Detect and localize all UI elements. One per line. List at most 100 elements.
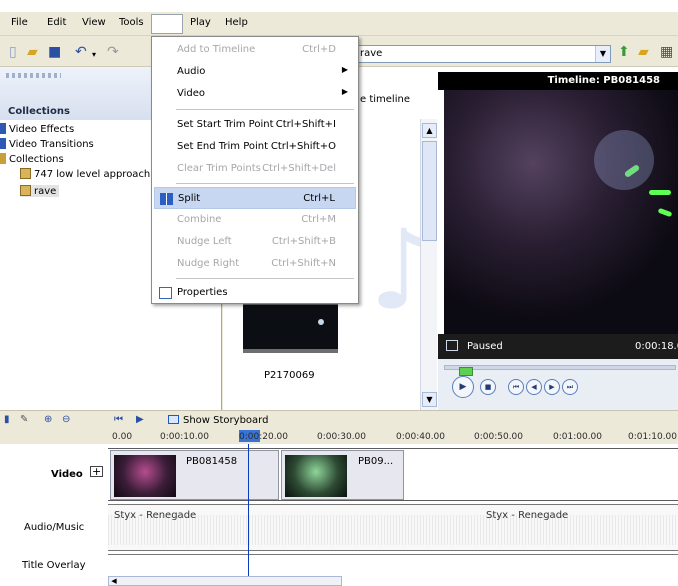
tree-item-rave[interactable]: rave bbox=[20, 185, 60, 197]
glowstick bbox=[649, 190, 671, 195]
collection-folder-icon bbox=[20, 185, 31, 196]
menu-edit[interactable]: Edit bbox=[47, 17, 66, 28]
clip-label: PB09... bbox=[358, 456, 394, 467]
previous-frame-icon[interactable]: ⏮ bbox=[508, 379, 524, 395]
contents-scrollbar[interactable]: ▲ ▼ bbox=[420, 119, 437, 410]
pane-grip[interactable] bbox=[6, 73, 61, 78]
timeline-toggle-icon[interactable]: ▮ bbox=[4, 414, 10, 425]
timeline-horizontal-scrollbar[interactable]: ◀ bbox=[108, 576, 342, 586]
ruler-tick: 0:00:40.00 bbox=[396, 432, 446, 442]
menu-clip-open[interactable] bbox=[151, 14, 183, 34]
audio-track[interactable]: Styx - Renegade Styx - Renegade bbox=[108, 504, 678, 551]
stop-icon[interactable]: ■ bbox=[480, 379, 496, 395]
timeline-clip[interactable]: PB081458 bbox=[110, 450, 279, 500]
collection-folder-icon bbox=[20, 168, 31, 179]
ruler-tick: 0:01:00.00 bbox=[553, 432, 603, 442]
tree-item-video-transitions[interactable]: Video Transitions bbox=[0, 138, 94, 150]
open-icon[interactable]: ▰ bbox=[27, 45, 38, 59]
audio-clip-label[interactable]: Styx - Renegade bbox=[486, 510, 568, 521]
show-storyboard-button[interactable]: Show Storyboard bbox=[168, 415, 268, 426]
clip-thumbnail bbox=[114, 455, 176, 497]
track-labels: Video + Audio/Music Title Overlay bbox=[0, 444, 108, 586]
scroll-up-icon[interactable]: ▲ bbox=[422, 123, 437, 138]
collections-folder-icon bbox=[0, 153, 6, 164]
undo-icon[interactable]: ↶ bbox=[75, 45, 87, 59]
audio-clip-label[interactable]: Styx - Renegade bbox=[114, 510, 196, 521]
rewind-timeline-icon[interactable]: ⏮ bbox=[114, 414, 123, 425]
play-icon[interactable]: ▶ bbox=[452, 376, 474, 398]
clip-thumbnail[interactable] bbox=[243, 301, 338, 353]
menu-item-video[interactable]: Video ▶ bbox=[154, 83, 356, 105]
redo-icon[interactable]: ↷ bbox=[107, 45, 119, 59]
menu-bar: File Edit View Tools Play Help bbox=[0, 12, 678, 36]
play-timeline-icon[interactable]: ▶ bbox=[136, 414, 144, 425]
menu-separator bbox=[176, 278, 354, 279]
view-options-icon[interactable]: ▦ bbox=[660, 45, 673, 59]
ruler-tick: 0:00:20.00 bbox=[239, 432, 289, 442]
menu-item-clear-trim[interactable]: Clear Trim Points Ctrl+Shift+Del bbox=[154, 158, 356, 180]
ruler-tick: 0:01:10.00 bbox=[628, 432, 678, 442]
next-frame-icon[interactable]: ⏭ bbox=[562, 379, 578, 395]
timeline-ruler[interactable]: 0.00 0:00:10.00 0:00:20.00 0:00:30.00 0:… bbox=[108, 430, 678, 444]
menu-item-add-to-timeline[interactable]: Add to Timeline Ctrl+D bbox=[154, 39, 356, 61]
fullscreen-icon[interactable] bbox=[446, 340, 458, 351]
tree-item-collections[interactable]: Collections bbox=[0, 153, 64, 165]
menu-item-set-start-trim[interactable]: Set Start Trim Point Ctrl+Shift+I bbox=[154, 114, 356, 136]
forward-icon[interactable]: ▶ bbox=[544, 379, 560, 395]
storyboard-icon bbox=[168, 415, 179, 424]
drag-hint-text: e timeline bbox=[360, 94, 410, 105]
thumbnail-highlight bbox=[318, 319, 324, 325]
video-track[interactable]: PB081458 PB09... bbox=[108, 448, 678, 501]
window-top-strip bbox=[0, 0, 678, 12]
up-folder-icon[interactable]: ⬆ bbox=[618, 45, 630, 59]
seek-thumb[interactable] bbox=[459, 367, 473, 376]
menu-help[interactable]: Help bbox=[225, 17, 248, 28]
menu-play[interactable]: Play bbox=[190, 17, 211, 28]
monitor-pane: Timeline: PB081458 Paused 0:00:18.0 ▶ ■ … bbox=[438, 67, 678, 410]
set-audio-levels-icon[interactable]: ✎ bbox=[20, 414, 28, 425]
menu-separator bbox=[176, 183, 354, 184]
menu-separator bbox=[176, 109, 354, 110]
chevron-down-icon[interactable]: ▼ bbox=[595, 46, 610, 62]
ruler-tick: 0.00 bbox=[112, 432, 133, 442]
menu-item-audio[interactable]: Audio ▶ bbox=[154, 61, 356, 83]
menu-item-nudge-right[interactable]: Nudge Right Ctrl+Shift+N bbox=[154, 253, 356, 275]
menu-item-nudge-left[interactable]: Nudge Left Ctrl+Shift+B bbox=[154, 231, 356, 253]
ruler-tick: 0:00:30.00 bbox=[317, 432, 367, 442]
menu-item-split[interactable]: Split Ctrl+L bbox=[154, 187, 356, 209]
expand-track-icon[interactable]: + bbox=[90, 466, 104, 477]
playback-time: 0:00:18.0 bbox=[635, 341, 678, 352]
menu-view[interactable]: View bbox=[82, 17, 106, 28]
scroll-left-icon[interactable]: ◀ bbox=[109, 577, 119, 585]
audio-track-label: Audio/Music bbox=[24, 522, 85, 533]
zoom-out-icon[interactable]: ⊖ bbox=[62, 414, 70, 425]
menu-item-set-end-trim[interactable]: Set End Trim Point Ctrl+Shift+O bbox=[154, 136, 356, 158]
ruler-tick: 0:00:10.00 bbox=[160, 432, 210, 442]
scroll-down-icon[interactable]: ▼ bbox=[422, 392, 437, 407]
menu-item-properties[interactable]: Properties bbox=[154, 282, 356, 304]
tree-item-747-approach[interactable]: 747 low level approach ( bbox=[20, 168, 157, 180]
split-icon bbox=[160, 193, 173, 205]
submenu-arrow-icon: ▶ bbox=[341, 87, 348, 96]
menu-tools[interactable]: Tools bbox=[119, 17, 144, 28]
menu-file[interactable]: File bbox=[11, 17, 28, 28]
new-project-icon[interactable]: ▯ bbox=[9, 45, 17, 59]
ruler-tick: 0:00:50.00 bbox=[474, 432, 524, 442]
tree-item-video-effects[interactable]: Video Effects bbox=[0, 123, 74, 135]
timeline-tracks: PB081458 PB09... Styx - Renegade Styx - … bbox=[108, 444, 678, 586]
undo-dropdown-icon[interactable]: ▾ bbox=[92, 48, 96, 62]
collection-combo-value: rave bbox=[360, 48, 383, 59]
menu-item-combine[interactable]: Combine Ctrl+M bbox=[154, 209, 356, 231]
zoom-in-icon[interactable]: ⊕ bbox=[44, 414, 52, 425]
video-effects-icon bbox=[0, 123, 6, 134]
collection-combo[interactable]: rave ▼ bbox=[356, 45, 611, 63]
save-icon[interactable]: ■ bbox=[48, 45, 61, 59]
playback-status: Paused bbox=[467, 341, 503, 352]
rewind-icon[interactable]: ◀ bbox=[526, 379, 542, 395]
new-folder-icon[interactable]: ▰ bbox=[638, 45, 649, 59]
timeline-clip[interactable]: PB09... bbox=[281, 450, 404, 500]
monitor-title: Timeline: PB081458 bbox=[438, 72, 678, 90]
clip-label: PB081458 bbox=[186, 456, 238, 467]
scroll-thumb[interactable] bbox=[422, 141, 437, 241]
seek-bar[interactable] bbox=[444, 365, 676, 376]
